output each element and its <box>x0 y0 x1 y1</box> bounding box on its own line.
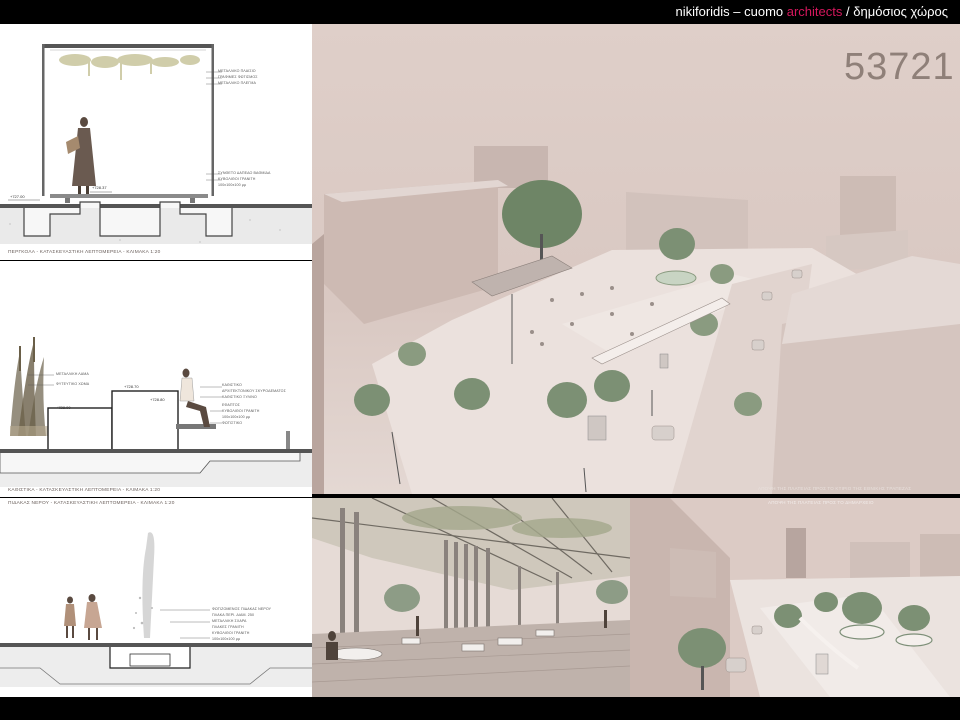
header-separator: / <box>846 4 850 19</box>
fountain-section-panel: ΠΙΔΑΚΑΣ ΝΕΡΟΥ - ΚΑΤΑΣΚΕΥΑΣΤΙΚΗ ΛΕΠΤΟΜΕΡΕ… <box>0 498 312 697</box>
water-jet <box>132 532 155 638</box>
fountain-caption: ΠΙΔΑΚΑΣ ΝΕΡΟΥ - ΚΑΤΑΣΚΕΥΑΣΤΙΚΗ ΛΕΠΤΟΜΕΡΕ… <box>8 501 175 506</box>
pergola-vegetation <box>59 54 200 80</box>
pergola-note-mesh: ΜΕΤΑΛΛΙΚΟ ΠΛΕΓΜΑ <box>218 81 256 85</box>
person-figure <box>66 117 96 194</box>
children-figures <box>64 594 102 640</box>
footer-bar <box>0 697 960 720</box>
street-view-caption: ΑΠΟΨΗ ΤΗΣ ΠΛΑΤΕΙΑΣ ΠΡΟΣ ΤΟ ΔΗΜΑΡΧΕΙΟ <box>768 500 874 505</box>
seating-note-soil: ΦΥΤΕΥΤΙΚΟ ΧΩΜΑ <box>56 382 90 386</box>
seating-level-top: +728.70 <box>124 384 139 389</box>
aerial-view-panel: 53721 ΑΠΟΨΗ ΤΗΣ ΠΛΑΤΕΙΑΣ ΠΡΟΣ ΤΟ ΚΤΙΡΙΟ … <box>312 24 960 494</box>
project-number: 53721 <box>844 46 955 88</box>
pergola-rendering <box>312 498 630 697</box>
fountain-note-cobble-size: 100x100x100 μμ <box>212 637 241 641</box>
pergola-level-upper: +728.37 <box>92 185 107 190</box>
aerial-view-caption: ΑΠΟΨΗ ΤΗΣ ΠΛΑΤΕΙΑΣ ΠΡΟΣ ΤΟ ΚΤΙΡΙΟ ΤΗΣ ΕΘ… <box>758 486 912 491</box>
reeds-vegetation <box>10 337 46 436</box>
seating-note-metal-strip: ΜΕΤΑΛΛΙΚΗ ΛΑΜΑ <box>56 372 89 376</box>
header-firm-names: nikiforidis – cuomo <box>675 4 784 19</box>
aerial-rendering <box>312 146 960 494</box>
pergola-section-panel: ΜΕΤΑΛΛΙΚΟ ΠΛΑΙΣΙΟ ΓΡΑΦΙΜΕΣ ΦΩΤΙΣΜΟΣ ΜΕΤΑ… <box>0 24 312 261</box>
seating-note-wood: ΚΑΘΙΣΤΙΚΟ ΞΥΛΙΝΟ <box>222 395 257 399</box>
seating-section-drawing <box>0 337 312 487</box>
street-rendering <box>630 498 960 697</box>
header-firm-accent: architects <box>786 4 843 19</box>
header-bar: nikiforidis – cuomo architects / δημόσιο… <box>0 0 960 24</box>
seating-section-panel: ΜΕΤΑΛΛΙΚΗ ΛΑΜΑ ΦΥΤΕΥΤΙΚΟ ΧΩΜΑ ΚΑΘΙΣΤΙΚΟ … <box>0 261 312 498</box>
pergola-view-panel <box>312 498 630 697</box>
seating-note-light: ΦΩΤΙΣΤΙΚΟ <box>222 421 243 425</box>
seating-caption: ΚΑΘΙΣΤΙΚΑ - ΚΑΤΑΣΚΕΥΑΣΤΙΚΗ ΛΕΠΤΟΜΕΡΕΙΑ -… <box>8 488 161 493</box>
header-subtitle: δημόσιος χώρος <box>853 4 948 19</box>
pergola-caption: ΠΕΡΓΚΟΛΑ - ΚΑΤΑΣΚΕΥΑΣΤΙΚΗ ΛΕΠΤΟΜΕΡΕΙΑ - … <box>8 250 161 255</box>
header-title: nikiforidis – cuomo architects / δημόσιο… <box>675 4 948 19</box>
fountain-section-drawing <box>0 532 312 687</box>
pergola-note-cobble-size: 100x100x100 μμ <box>218 183 247 187</box>
pergola-level-lower: +727.00 <box>10 194 25 199</box>
seated-person-figure <box>179 368 210 427</box>
street-view-panel: ΑΠΟΨΗ ΤΗΣ ΠΛΑΤΕΙΑΣ ΠΡΟΣ ΤΟ ΔΗΜΑΡΧΕΙΟ <box>630 498 960 697</box>
pergola-section-drawing <box>0 44 312 244</box>
seating-level-bench: +728.80 <box>150 397 165 402</box>
seating-level-planter: +728.00 <box>56 405 71 410</box>
